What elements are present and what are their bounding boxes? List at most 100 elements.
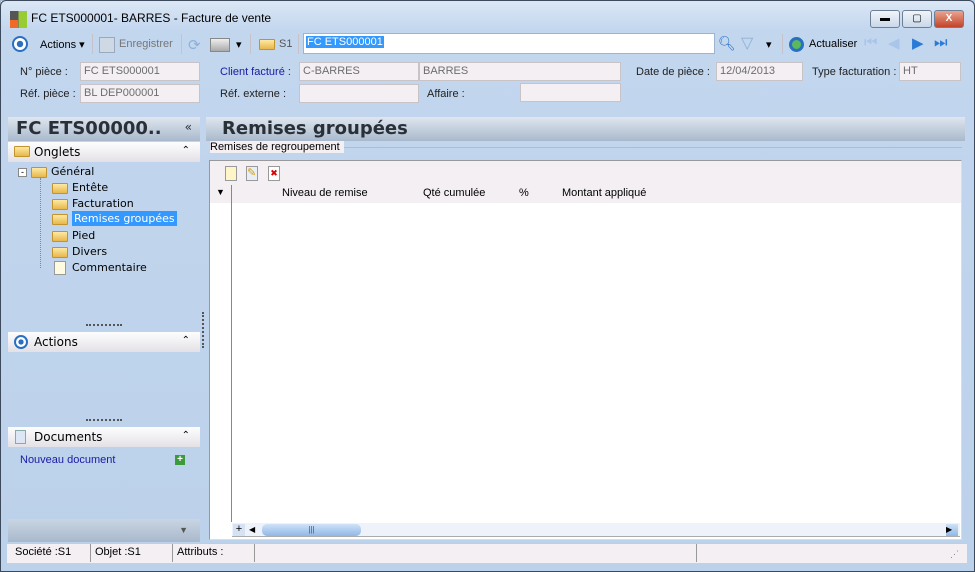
- first-record-icon[interactable]: ⏮: [864, 34, 878, 51]
- next-record-icon[interactable]: ▶: [912, 34, 924, 52]
- add-document-icon[interactable]: +: [175, 455, 185, 465]
- delete-row-icon[interactable]: ✖: [268, 166, 280, 181]
- scroll-left-icon[interactable]: ◀: [249, 524, 259, 536]
- folder-icon: [52, 182, 68, 194]
- column-header-qte[interactable]: Qté cumulée: [423, 187, 485, 199]
- new-row-icon[interactable]: [225, 166, 237, 181]
- collapse-chevron-icon[interactable]: ⌃: [182, 145, 190, 156]
- edit-row-icon[interactable]: ✎: [246, 166, 258, 181]
- tree-label: Commentaire: [72, 261, 147, 274]
- actions-icon: [14, 335, 28, 349]
- tree-label: Facturation: [72, 197, 134, 210]
- vertical-splitter-handle[interactable]: [202, 312, 204, 348]
- tree-item-facturation[interactable]: Facturation: [52, 197, 134, 210]
- status-attributs: Attributs :: [173, 544, 255, 562]
- folder-icon: [52, 230, 68, 242]
- folder-icon: [52, 246, 68, 258]
- splitter-handle[interactable]: [86, 419, 122, 421]
- overflow-dropdown-icon[interactable]: ▼: [179, 525, 188, 535]
- tree-collapse-toggle[interactable]: -: [18, 168, 27, 177]
- row-indicator-border: [231, 185, 232, 522]
- company-button[interactable]: S1: [279, 38, 292, 50]
- left-panel-header: FC ETS00000.. «: [8, 117, 200, 141]
- refresh-button[interactable]: Actualiser: [809, 38, 857, 50]
- column-header-montant[interactable]: Montant appliqué: [562, 187, 646, 199]
- add-row-button[interactable]: +: [233, 524, 245, 536]
- column-chooser-icon[interactable]: ▼: [216, 187, 225, 197]
- refresh-icon: [789, 37, 804, 52]
- save-icon: [99, 37, 115, 53]
- app-logo-icon: [10, 11, 27, 28]
- client-code-field[interactable]: C-BARRES: [299, 62, 419, 81]
- group-title: Remises de regroupement: [210, 141, 344, 153]
- search-icon[interactable]: 🔍︎: [718, 35, 736, 52]
- main-header: Remises groupées: [206, 117, 965, 141]
- search-input[interactable]: FC ETS000001: [303, 33, 715, 54]
- group-border: [335, 147, 962, 148]
- search-value: FC ETS000001: [306, 36, 384, 48]
- column-header-percent[interactable]: %: [519, 187, 529, 199]
- sync-icon[interactable]: ⟳: [188, 36, 201, 54]
- collapse-chevron-icon[interactable]: ⌃: [182, 430, 190, 441]
- actions-menu[interactable]: Actions ▾: [40, 38, 85, 51]
- tree-item-entete[interactable]: Entête: [52, 181, 108, 194]
- actions-icon: [12, 36, 28, 52]
- separator: [298, 34, 299, 54]
- onglets-section-header[interactable]: Onglets ⌃: [8, 142, 200, 162]
- last-record-icon[interactable]: ⏭: [934, 34, 948, 51]
- maximize-button[interactable]: ▢: [902, 10, 932, 28]
- ref-piece-field[interactable]: BL DEP000001: [80, 84, 200, 103]
- date-field[interactable]: 12/04/2013: [716, 62, 803, 81]
- tree-item-divers[interactable]: Divers: [52, 245, 107, 258]
- print-dropdown-icon[interactable]: ▾: [236, 38, 242, 51]
- folder-icon: [259, 39, 275, 50]
- resize-grip-icon[interactable]: ⋰: [950, 549, 959, 560]
- collapse-chevron-icon[interactable]: ⌃: [182, 335, 190, 346]
- num-piece-field[interactable]: FC ETS000001: [80, 62, 200, 81]
- filter-dropdown-icon[interactable]: ▾: [766, 38, 772, 51]
- ref-ext-label: Réf. externe :: [220, 88, 287, 100]
- save-button[interactable]: Enregistrer: [119, 38, 173, 50]
- splitter-handle[interactable]: [86, 324, 122, 326]
- ref-ext-field[interactable]: [299, 84, 419, 103]
- folder-icon: [52, 198, 68, 210]
- column-header-niveau[interactable]: Niveau de remise: [282, 187, 368, 199]
- client-label-link[interactable]: Client facturé :: [220, 66, 291, 78]
- separator: [250, 34, 251, 54]
- scrollbar-thumb[interactable]: |||: [262, 524, 361, 536]
- tree-item-remises-groupees[interactable]: Remises groupées: [52, 211, 177, 226]
- date-label: Date de pièce :: [636, 66, 710, 78]
- documents-section-header[interactable]: Documents ⌃: [8, 427, 200, 447]
- status-panel: [255, 544, 697, 562]
- tree-item-commentaire[interactable]: Commentaire: [52, 261, 147, 275]
- filter-icon[interactable]: ▽: [741, 33, 753, 53]
- actions-section-header[interactable]: Actions ⌃: [8, 332, 200, 352]
- num-piece-label: N° pièce :: [20, 66, 68, 78]
- affaire-field[interactable]: [520, 83, 621, 102]
- separator: [782, 34, 783, 54]
- folder-icon: [14, 146, 30, 157]
- scroll-right-icon[interactable]: ▶: [946, 524, 958, 536]
- tree-item-pied[interactable]: Pied: [52, 229, 95, 242]
- collapse-panel-button[interactable]: «: [185, 120, 192, 134]
- grid: [209, 160, 962, 540]
- separator: [181, 34, 182, 54]
- new-document-link[interactable]: Nouveau document: [20, 454, 115, 466]
- left-panel-footer: ▼: [8, 519, 200, 542]
- document-icon: [15, 430, 26, 444]
- affaire-label: Affaire :: [427, 88, 465, 100]
- document-icon: [54, 261, 66, 275]
- type-field[interactable]: HT: [899, 62, 961, 81]
- client-name-field[interactable]: BARRES: [419, 62, 621, 81]
- tree-item-general[interactable]: Général: [31, 165, 94, 178]
- tree-label: Remises groupées: [72, 211, 177, 226]
- window-title: FC ETS000001- BARRES - Facture de vente: [31, 11, 272, 25]
- tree-label: Pied: [72, 229, 96, 242]
- onglets-label: Onglets: [34, 145, 81, 159]
- status-societe: Société :S1: [11, 544, 91, 562]
- folder-icon: [31, 166, 47, 178]
- close-button[interactable]: X: [934, 10, 964, 28]
- print-icon[interactable]: [210, 38, 230, 52]
- minimize-button[interactable]: ▬: [870, 10, 900, 28]
- previous-record-icon[interactable]: ◀: [888, 34, 900, 52]
